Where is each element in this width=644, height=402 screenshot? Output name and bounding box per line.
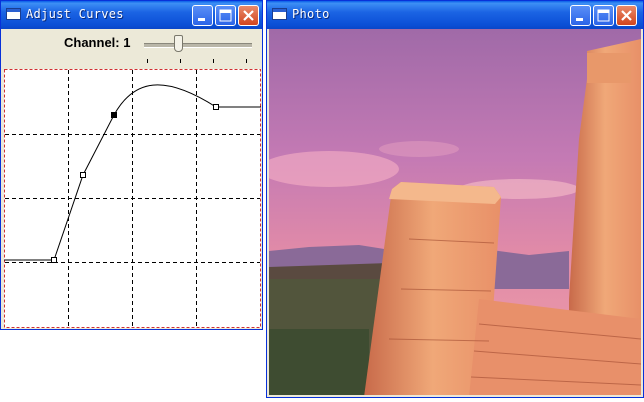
close-icon [243,10,254,21]
maximize-button[interactable] [593,5,614,26]
window-icon [272,8,287,20]
channel-slider-thumb[interactable] [174,35,184,52]
curve-control-point-selected [111,112,117,118]
cloud [379,141,459,157]
curve-canvas [4,69,261,328]
acropolis-photo [269,29,641,395]
curve-control-point [80,172,86,178]
maximize-icon [597,9,610,22]
tower-capital [587,53,631,83]
slider-tick [213,59,214,63]
photo-image [269,29,641,395]
curve-graph[interactable] [4,69,261,328]
adjust-curves-client: Channel: 1 [4,29,261,328]
curve-control-point [213,104,219,110]
adjust-curves-titlebar[interactable]: Adjust Curves [1,1,262,29]
adjust-curves-title: Adjust Curves [26,7,124,21]
close-button[interactable] [616,5,637,26]
close-icon [621,10,632,21]
minimize-button[interactable] [570,5,591,26]
close-button[interactable] [238,5,259,26]
channel-toolbar: Channel: 1 [4,29,259,69]
window-icon [6,8,21,20]
trees-foreground [269,329,369,395]
channel-slider-track[interactable] [144,43,252,48]
minimize-icon [198,18,205,21]
slider-tick [246,59,247,63]
maximize-icon [219,9,232,22]
maximize-button[interactable] [215,5,236,26]
photo-window: Photo [266,0,644,398]
slider-tick [180,59,181,63]
channel-label: Channel: 1 [64,35,131,50]
curve-control-point [51,257,57,263]
adjust-curves-window: Adjust Curves Channel: 1 [0,0,263,330]
minimize-button[interactable] [192,5,213,26]
minimize-icon [576,18,583,21]
slider-tick [147,59,148,63]
photo-titlebar[interactable]: Photo [267,1,643,29]
photo-title: Photo [292,7,330,21]
